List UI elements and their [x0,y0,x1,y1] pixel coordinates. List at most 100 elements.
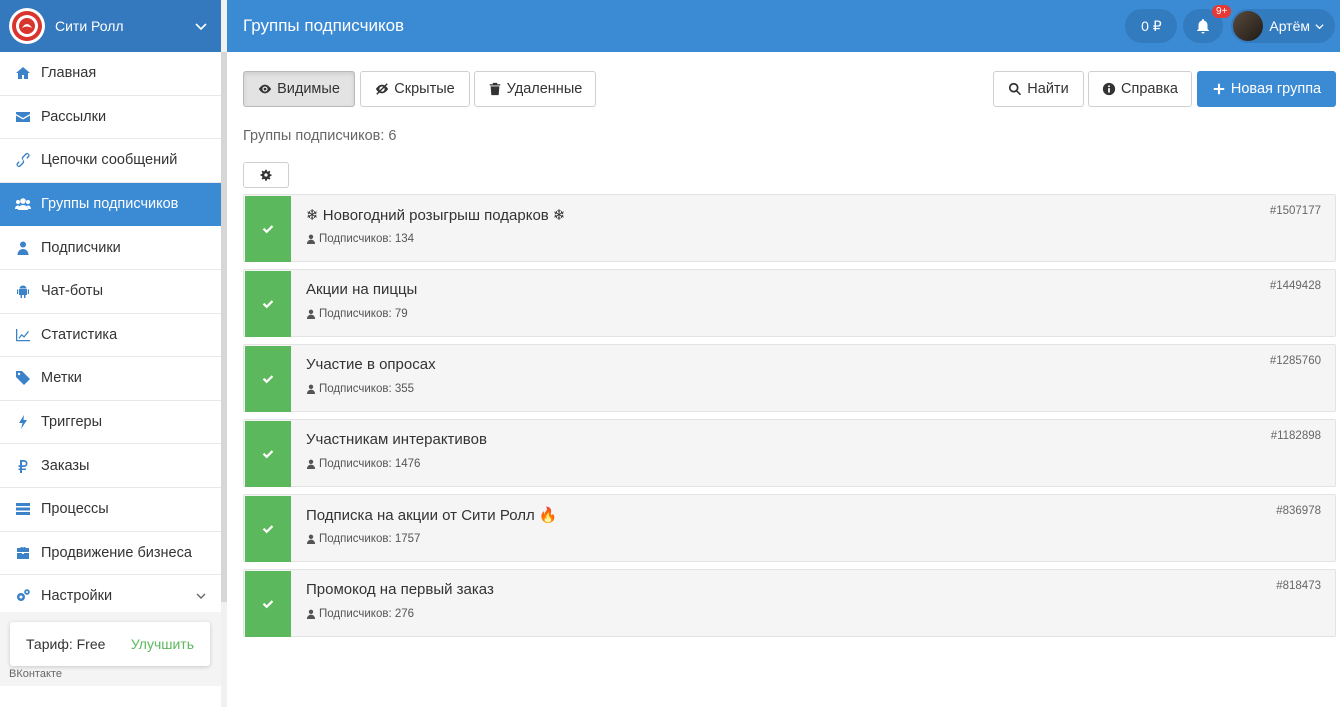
group-subscribers: Подписчиков: 355 [306,383,414,395]
topbar: Группы подписчиков 0 ₽ 9+ Артём [227,0,1340,52]
button-label: Новая группа [1230,81,1322,97]
sidebar-item-statistics[interactable]: Статистика [0,314,221,358]
groups-count: Группы подписчиков: 6 [243,128,397,144]
sidebar-item-label: Настройки [41,588,113,605]
new-group-button[interactable]: Новая группа [1197,71,1336,107]
group-name[interactable]: Промокод на первый заказ [306,581,494,598]
sidebar-item-chains[interactable]: Цепочки сообщений [0,139,221,183]
group-name[interactable]: Подписка на акции от Сити Ролл 🔥 [306,506,558,524]
tag-icon [15,370,31,386]
group-name[interactable]: ❄ Новогодний розыгрыш подарков ❄ [306,206,566,224]
sidebar-item-chatbots[interactable]: Чат-боты [0,270,221,314]
group-id: #1507177 [1269,205,1321,217]
group-visibility-toggle[interactable] [245,196,291,262]
button-label: Справка [1121,81,1178,97]
android-icon [15,283,31,299]
sidebar-nav: Главная Рассылки Цепочки сообщений Групп… [0,52,221,619]
button-label: Видимые [277,81,340,97]
list-settings-button[interactable] [243,162,289,188]
notifications-badge: 9+ [1211,5,1232,18]
group-row[interactable]: ❄ Новогодний розыгрыш подарков ❄ Подписч… [243,194,1336,262]
group-visibility-toggle[interactable] [245,496,291,562]
subscribers-count: Подписчиков: 134 [319,233,415,245]
sidebar-item-orders[interactable]: Заказы [0,444,221,488]
group-id: #818473 [1276,580,1321,592]
tariff-card: Тариф: Free Улучшить [10,622,210,666]
trash-icon [489,82,500,96]
check-icon [262,375,274,384]
user-menu[interactable]: Артём [1231,9,1335,43]
visible-filter-button[interactable]: Видимые [243,71,355,107]
group-row[interactable]: Подписка на акции от Сити Ролл 🔥 Подписч… [243,494,1336,562]
user-icon [306,309,316,319]
group-name[interactable]: Акции на пиццы [306,281,417,298]
brand-switcher[interactable]: Сити Ролл [0,0,221,52]
group-name[interactable]: Участникам интерактивов [306,431,487,448]
info-circle-icon [1102,82,1116,96]
line-chart-icon [15,327,31,343]
sidebar-item-tags[interactable]: Метки [0,357,221,401]
group-name[interactable]: Участие в опросах [306,356,436,373]
chevron-down-icon [196,593,206,600]
group-row[interactable]: Промокод на первый заказ Подписчиков: 27… [243,569,1336,637]
group-row[interactable]: Акции на пиццы Подписчиков: 79 #1449428 [243,269,1336,337]
user-name: Артём [1269,18,1310,34]
sidebar-item-label: Группы подписчиков [41,196,179,213]
notifications-button[interactable]: 9+ [1183,5,1232,43]
brand-name: Сити Ролл [55,18,124,34]
check-icon [262,525,274,534]
help-button[interactable]: Справка [1088,71,1192,107]
cogs-icon [15,588,31,604]
user-icon [306,234,316,244]
sidebar-item-processes[interactable]: Процессы [0,488,221,532]
sidebar-item-label: Чат-боты [41,283,103,300]
check-icon [262,225,274,234]
group-subscribers: Подписчиков: 79 [306,308,408,320]
group-id: #1449428 [1269,280,1321,292]
group-visibility-toggle[interactable] [245,346,291,412]
group-id: #1285760 [1269,355,1321,367]
link-icon [15,152,31,168]
balance-button[interactable]: 0 ₽ [1125,9,1178,43]
page-title: Группы подписчиков [243,16,405,35]
group-row[interactable]: Участие в опросах Подписчиков: 355 #1285… [243,344,1336,412]
sidebar-item-label: Триггеры [41,414,103,431]
deleted-filter-button[interactable]: Удаленные [474,71,596,107]
group-subscribers: Подписчиков: 1476 [306,458,420,470]
group-visibility-toggle[interactable] [245,421,291,487]
sidebar-item-mailings[interactable]: Рассылки [0,96,221,140]
sidebar-item-label: Цепочки сообщений [41,152,178,169]
sidebar-item-subscribers[interactable]: Подписчики [0,226,221,270]
sidebar-item-label: Процессы [41,501,109,518]
tariff-label: Тариф: Free [26,636,106,652]
sidebar-item-label: Подписчики [41,239,121,256]
sidebar-item-subscriber-groups[interactable]: Группы подписчиков [0,182,221,227]
group-subscribers: Подписчиков: 276 [306,608,414,620]
check-icon [262,450,274,459]
sidebar-item-label: Продвижение бизнеса [41,544,192,561]
subscribers-count: Подписчиков: 1476 [319,458,421,470]
group-id: #836978 [1276,505,1321,517]
user-icon [306,609,316,619]
button-label: Найти [1027,81,1069,97]
find-button[interactable]: Найти [993,71,1084,107]
gear-icon [260,169,272,181]
sidebar-item-label: Метки [41,370,82,387]
upgrade-link[interactable]: Улучшить [131,636,194,652]
sidebar-item-business-promotion[interactable]: Продвижение бизнеса [0,532,221,576]
chevron-down-icon [195,23,207,31]
sidebar-scrollbar[interactable] [221,52,227,602]
sidebar-item-home[interactable]: Главная [0,52,221,96]
home-icon [15,65,31,81]
group-visibility-toggle[interactable] [245,571,291,637]
subscribers-count: Подписчиков: 355 [319,383,415,395]
sidebar-item-triggers[interactable]: Триггеры [0,401,221,445]
user-icon [306,459,316,469]
brand-logo [9,8,45,44]
hidden-filter-button[interactable]: Скрытые [360,71,470,107]
group-row[interactable]: Участникам интерактивов Подписчиков: 147… [243,419,1336,487]
sidebar-item-label: Статистика [41,326,118,343]
users-icon [15,196,31,212]
avatar [1233,11,1264,41]
group-visibility-toggle[interactable] [245,271,291,337]
